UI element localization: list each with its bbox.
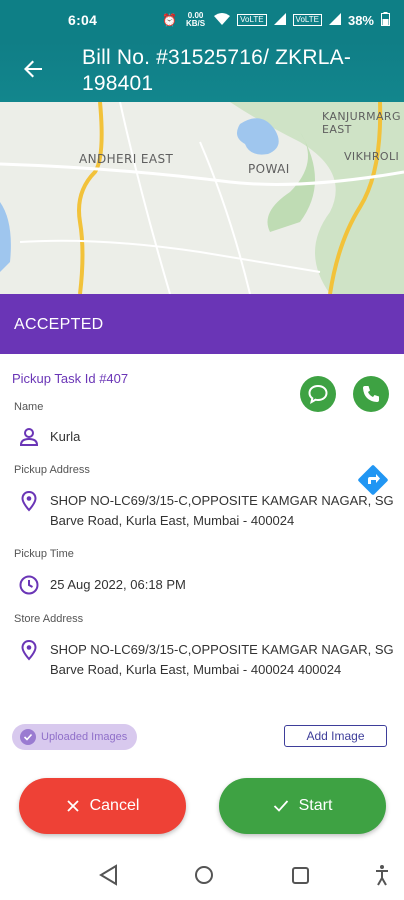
start-button-label: Start (298, 797, 333, 814)
cancel-button-label: Cancel (89, 797, 140, 814)
pickup-time: 25 Aug 2022, 06:18 PM (50, 577, 186, 592)
check-icon (273, 800, 288, 812)
store-address-label: Store Address (14, 613, 84, 625)
volte-icon-2: VoLTE (292, 14, 322, 26)
nav-back-icon[interactable] (99, 864, 117, 886)
check-circle-icon (20, 729, 36, 745)
system-nav-bar (0, 848, 404, 900)
map-label-andheri: ANDHERI EAST (79, 152, 174, 166)
pickup-address-label: Pickup Address (14, 464, 90, 476)
battery-icon (381, 11, 390, 29)
call-button[interactable] (353, 376, 389, 412)
signal-icon-1 (273, 12, 286, 28)
battery-percent: 38% (347, 12, 374, 28)
map-label-powai: POWAI (248, 162, 290, 176)
arrow-back-icon[interactable] (22, 58, 44, 80)
alarm-icon: ⏰ (162, 13, 177, 27)
close-icon (66, 800, 79, 812)
status-bar: 6:04 ⏰ 0.00 KB/S VoLTE VoLTE 38% (0, 0, 404, 40)
customer-name: Kurla (50, 429, 81, 444)
add-image-button[interactable]: Add Image (284, 725, 387, 747)
data-speed-indicator: 0.00 KB/S (186, 11, 206, 28)
app-bar: Bill No. #31525716/ ZKRLA-198401 (0, 40, 404, 102)
location-pin-icon (18, 639, 40, 661)
volte-icon-1: VoLTE (237, 14, 267, 26)
system-icons: ⏰ 0.00 KB/S VoLTE VoLTE 38% (162, 11, 390, 29)
map-view[interactable]: ANDHERI EAST POWAI KANJURMARG EAST VIKHR… (0, 102, 404, 294)
cancel-button[interactable]: Cancel (19, 778, 186, 834)
status-banner: ACCEPTED (0, 294, 404, 354)
task-details: Pickup Task Id #407 Name Kurla Pickup Ad… (0, 354, 404, 774)
uploaded-images-chip[interactable]: Uploaded Images (12, 724, 138, 750)
signal-icon-2 (328, 12, 341, 28)
nav-home-icon[interactable] (195, 866, 213, 884)
pickup-address: SHOP NO-LC69/3/15-C,OPPOSITE KAMGAR NAGA… (50, 493, 394, 528)
name-label: Name (14, 401, 44, 413)
start-button[interactable]: Start (219, 778, 386, 834)
task-id: Pickup Task Id #407 (12, 371, 129, 386)
wifi-icon (214, 12, 231, 28)
store-address: SHOP NO-LC69/3/15-C,OPPOSITE KAMGAR NAGA… (50, 642, 394, 677)
page-title: Bill No. #31525716/ ZKRLA-198401 (82, 46, 352, 95)
phone-icon (363, 386, 379, 402)
directions-icon (358, 465, 388, 495)
location-pin-icon (18, 490, 40, 512)
chat-icon (308, 384, 328, 404)
map-label-kanjurmarg: KANJURMARG EAST (322, 110, 401, 136)
person-icon (18, 426, 40, 448)
directions-button[interactable] (355, 462, 391, 498)
status-time: 6:04 (68, 12, 98, 28)
pickup-time-label: Pickup Time (14, 548, 74, 560)
accessibility-icon[interactable] (376, 865, 388, 886)
uploaded-images-label: Uploaded Images (41, 731, 128, 743)
nav-recents-icon[interactable] (292, 867, 309, 884)
clock-icon (18, 574, 40, 596)
chat-button[interactable] (300, 376, 336, 412)
map-label-vikhroli: VIKHROLI (344, 150, 400, 163)
